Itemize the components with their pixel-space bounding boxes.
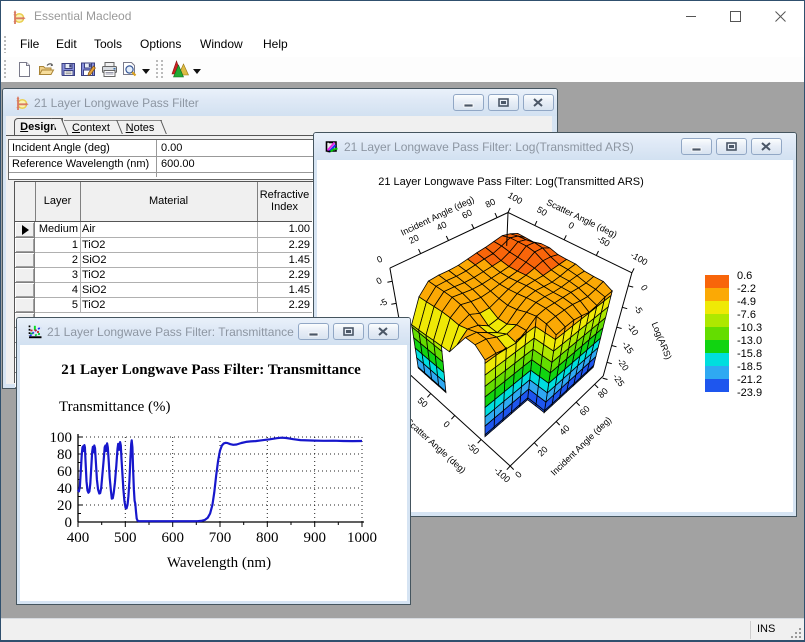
svg-text:700: 700 <box>209 530 232 546</box>
svg-text:-20: -20 <box>615 356 631 372</box>
svg-text:100: 100 <box>50 430 73 446</box>
svg-text:-25: -25 <box>611 372 627 388</box>
svg-text:Transmittance (%): Transmittance (%) <box>59 399 171 415</box>
svg-text:80: 80 <box>484 197 497 210</box>
svg-text:40: 40 <box>57 481 72 497</box>
svg-text:0: 0 <box>375 275 384 286</box>
svg-text:21 Layer Longwave Pass Filter:: 21 Layer Longwave Pass Filter: Transmitt… <box>61 362 361 378</box>
svg-text:900: 900 <box>303 530 326 546</box>
svg-text:400: 400 <box>67 530 90 546</box>
svg-text:60: 60 <box>578 404 592 418</box>
svg-text:60: 60 <box>57 464 72 480</box>
svg-text:1000: 1000 <box>347 530 377 546</box>
svg-text:-15: -15 <box>620 339 636 355</box>
svg-text:Log(ARS): Log(ARS) <box>650 320 674 360</box>
svg-text:0: 0 <box>375 254 384 265</box>
svg-text:-5: -5 <box>377 297 389 310</box>
svg-text:0: 0 <box>441 419 451 430</box>
svg-text:-100: -100 <box>629 250 650 268</box>
svg-text:Scatter Angle (deg): Scatter Angle (deg) <box>404 416 468 475</box>
svg-text:0: 0 <box>567 220 576 231</box>
svg-text:Scatter Angle (deg): Scatter Angle (deg) <box>545 197 619 239</box>
svg-text:80: 80 <box>57 447 72 463</box>
svg-text:Wavelength (nm): Wavelength (nm) <box>167 555 271 571</box>
svg-text:-10: -10 <box>625 321 641 337</box>
svg-text:0: 0 <box>639 283 650 293</box>
svg-text:100: 100 <box>506 190 524 206</box>
svg-text:500: 500 <box>114 530 137 546</box>
svg-text:20: 20 <box>57 498 72 514</box>
svg-text:800: 800 <box>256 530 279 546</box>
svg-text:-100: -100 <box>492 465 512 484</box>
svg-text:600: 600 <box>161 530 184 546</box>
svg-text:20: 20 <box>536 444 550 458</box>
svg-text:-5: -5 <box>632 303 645 315</box>
svg-text:0: 0 <box>65 515 73 531</box>
svg-text:0: 0 <box>513 469 524 480</box>
